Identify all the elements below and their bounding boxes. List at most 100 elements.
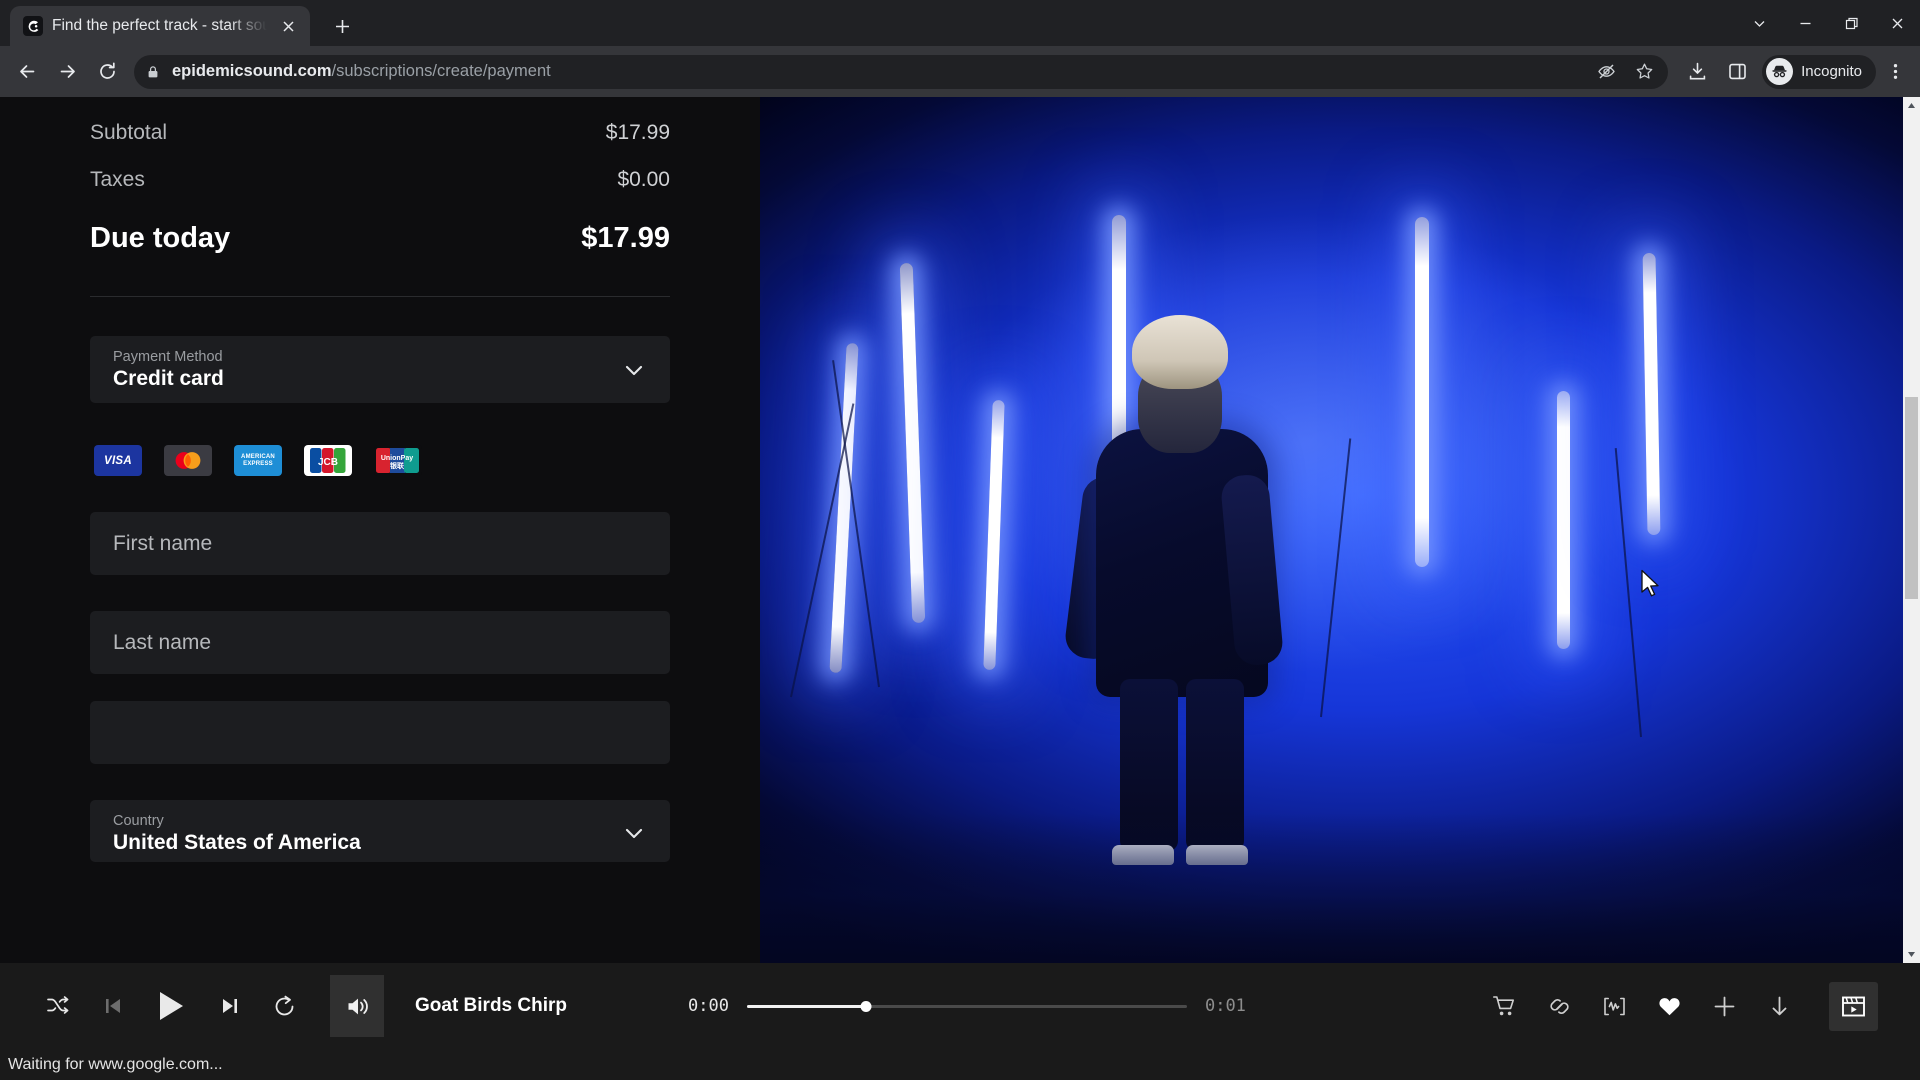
first-name-field[interactable]: First name <box>90 512 670 575</box>
play-icon[interactable] <box>140 979 202 1034</box>
due-today-label: Due today <box>90 222 231 254</box>
maximize-icon[interactable] <box>1828 0 1874 46</box>
payment-method-text: Payment Method Credit card <box>113 349 224 391</box>
chevron-down-icon <box>622 821 646 845</box>
tab-title: Find the perfect track - start sou <box>52 17 267 34</box>
progress-slider[interactable] <box>746 1000 1187 1012</box>
browser-window: Find the perfect track - start sou epide… <box>0 0 1920 1080</box>
amex-card-label: AMERICAN EXPRESS <box>241 453 275 467</box>
download-button[interactable] <box>1678 53 1716 91</box>
heart-icon[interactable] <box>1652 989 1687 1024</box>
status-bar: Waiting for www.google.com... <box>0 1049 1920 1080</box>
accepted-cards-list: VISA AMERICAN EXPRESS JCB UnionPay 银联 <box>90 445 670 476</box>
scroll-up-arrow-icon[interactable] <box>1903 97 1920 114</box>
cart-icon[interactable] <box>1487 989 1522 1024</box>
browser-menu-button[interactable] <box>1878 53 1912 91</box>
forward-button[interactable] <box>48 53 86 91</box>
minimize-icon[interactable] <box>1782 0 1828 46</box>
country-label: Country <box>113 813 164 829</box>
tab-strip: Find the perfect track - start sou <box>0 0 1920 46</box>
scroll-down-arrow-icon[interactable] <box>1903 946 1920 963</box>
neon-tube <box>1557 391 1570 649</box>
payment-method-label: Payment Method <box>113 348 223 365</box>
profile-label: Incognito <box>1801 63 1862 80</box>
star-icon[interactable] <box>1626 55 1662 89</box>
side-panel-button[interactable] <box>1718 53 1756 91</box>
media-player-bar: Goat Birds Chirp 0:00 0:01 <box>0 963 1920 1049</box>
section-divider <box>90 296 670 297</box>
jcb-card-icon: JCB <box>304 445 352 476</box>
payment-method-value: Credit card <box>113 366 224 390</box>
shuffle-icon[interactable] <box>30 979 85 1034</box>
scrollbar-thumb[interactable] <box>1905 397 1918 599</box>
playback-controls <box>0 979 312 1034</box>
subtotal-value: $17.99 <box>605 121 670 144</box>
chevron-down-icon <box>622 358 646 382</box>
track-title: Goat Birds Chirp <box>415 995 568 1016</box>
progress-handle[interactable] <box>860 1000 872 1012</box>
video-clip-icon[interactable] <box>1829 981 1878 1031</box>
payment-method-select[interactable]: Payment Method Credit card <box>90 336 670 403</box>
chevron-down-icon[interactable] <box>1736 0 1782 46</box>
svg-text:UnionPay: UnionPay <box>381 455 413 462</box>
mastercard-card-icon <box>164 445 212 476</box>
checkout-panel: Subtotal $17.99 Taxes $0.00 Due today $1… <box>0 97 760 963</box>
url-text: epidemicsound.com/subscriptions/create/p… <box>172 62 1588 81</box>
taxes-row: Taxes $0.00 <box>90 168 670 192</box>
close-window-icon[interactable] <box>1874 0 1920 46</box>
download-icon[interactable] <box>1762 989 1797 1024</box>
address-bar[interactable]: epidemicsound.com/subscriptions/create/p… <box>134 54 1669 89</box>
subtotal-label: Subtotal <box>90 121 168 144</box>
previous-track-icon[interactable] <box>85 979 140 1034</box>
browser-tab[interactable]: Find the perfect track - start sou <box>10 6 310 46</box>
taxes-label: Taxes <box>90 168 145 191</box>
next-track-icon[interactable] <box>202 979 257 1034</box>
eye-slash-icon[interactable] <box>1588 55 1624 89</box>
light-stand <box>1320 438 1352 718</box>
browser-toolbar: epidemicsound.com/subscriptions/create/p… <box>0 46 1920 97</box>
address-field[interactable] <box>90 701 670 764</box>
omnibox-icons <box>1588 55 1662 89</box>
time-current: 0:00 <box>688 996 729 1016</box>
waveform-icon[interactable] <box>1597 989 1632 1024</box>
progress-area: 0:00 0:01 <box>688 996 1246 1016</box>
epidemic-sound-favicon <box>23 16 43 36</box>
promo-video[interactable] <box>760 97 1920 963</box>
reload-button[interactable] <box>88 53 126 91</box>
light-stand <box>1614 448 1642 738</box>
last-name-field[interactable]: Last name <box>90 611 670 674</box>
subtotal-row: Subtotal $17.99 <box>90 121 670 145</box>
profile-incognito-button[interactable]: Incognito <box>1762 54 1876 89</box>
due-today-row: Due today $17.99 <box>90 222 670 255</box>
person-beanie <box>1132 315 1228 389</box>
mouse-cursor <box>1640 569 1661 604</box>
repeat-icon[interactable] <box>257 979 312 1034</box>
country-select[interactable]: Country United States of America <box>90 800 670 862</box>
new-tab-button[interactable] <box>324 8 360 44</box>
plus-icon[interactable] <box>1707 989 1742 1024</box>
time-duration: 0:01 <box>1204 996 1246 1016</box>
page-scrollbar[interactable] <box>1903 97 1920 963</box>
video-floor <box>760 813 1920 963</box>
unionpay-card-icon: UnionPay 银联 <box>374 445 422 476</box>
incognito-avatar-icon <box>1766 58 1794 85</box>
url-domain: epidemicsound.com <box>172 62 332 80</box>
last-name-placeholder: Last name <box>113 630 212 654</box>
first-name-placeholder: First name <box>113 531 213 555</box>
visa-card-label: VISA <box>103 454 133 467</box>
svg-text:银联: 银联 <box>390 461 405 470</box>
progress-fill <box>746 1004 866 1008</box>
neon-tube <box>1415 217 1429 567</box>
visa-card-icon: VISA <box>94 445 142 476</box>
neon-tube <box>899 262 926 624</box>
person-figure <box>1063 309 1286 865</box>
taxes-value: $0.00 <box>617 168 670 191</box>
neon-tube <box>1642 252 1661 536</box>
link-icon[interactable] <box>1542 989 1577 1024</box>
page-viewport: Subtotal $17.99 Taxes $0.00 Due today $1… <box>0 97 1920 963</box>
track-actions <box>1487 981 1920 1031</box>
volume-icon[interactable] <box>330 975 384 1037</box>
amex-card-icon: AMERICAN EXPRESS <box>234 445 282 476</box>
tab-close-icon[interactable] <box>276 14 300 38</box>
back-button[interactable] <box>8 53 46 91</box>
